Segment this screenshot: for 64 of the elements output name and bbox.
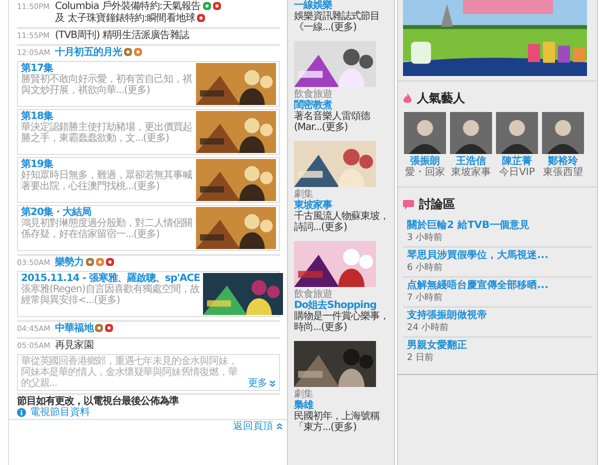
episode-link[interactable]: 第20集・大結局 (21, 207, 193, 218)
show-summary: 娛樂資訊雜誌式節目《一線...(更多) (294, 11, 380, 33)
episode-summary: 華決定認錯勝主使打劫豬場，更出價買起勝之手，東霸蠢蠢欲動，文...(更多) (21, 122, 193, 144)
synopsis-text: 華從英國回香港鄉郊，重遇七年未見的金水與阿妹，阿妹本是華的情人，金水懷疑華與阿妹舊情復燃，華的父親... (21, 356, 238, 389)
program-link[interactable]: 中華福地 (55, 323, 94, 334)
episode-summary: 鴻見初對琳態度過分殷勤，對二人情侶關係存疑，好在信家留宿一...(更多) (21, 218, 193, 240)
show-link[interactable]: 梟雄 (294, 400, 391, 411)
show-summary: 著名音樂人雷頌德(Mar...(更多) (294, 111, 372, 133)
forum-post-link[interactable]: 琴思貝涉買假學位，大馬視迷... (407, 250, 548, 261)
notice-text: 節目如有更改，以電視台最後公佈為準 (17, 395, 180, 407)
artist-link[interactable]: 陳芷菁 (502, 156, 532, 167)
show-summary: 民國初年，上海號稱「東方...(更多) (294, 411, 380, 433)
category-label: 劇集 (294, 189, 313, 200)
show-link[interactable]: 閨密教煮 (294, 100, 391, 111)
artist-show: 東坡家事 (451, 167, 491, 178)
back-to-top-link[interactable]: 返回頁頂 (233, 421, 273, 432)
more-link[interactable]: 更多 (248, 378, 267, 389)
double-chevron-up-icon (276, 423, 283, 430)
program-link[interactable]: 樂勢力 (55, 257, 84, 268)
show-link[interactable]: Do姐去Shopping (294, 300, 391, 311)
program-title: 及 太子珠寶鐘錶特約:瞬間看地球 (55, 13, 196, 24)
chat-bubble-icon (403, 200, 414, 210)
episode-summary: 張寒雅(Regen)自言因喜歡有獨處空間，故經常與異安排<...(更多) (21, 284, 200, 306)
episode-link[interactable]: 第18集 (21, 111, 193, 122)
category-label: 劇集 (294, 389, 313, 400)
post-time: 3 小時前 (407, 232, 444, 244)
artist-show: 今日VIP (499, 167, 535, 178)
show-summary: 購物是一件賞心樂事，時尚...(更多) (294, 311, 390, 333)
post-time: 7 小時前 (407, 292, 444, 304)
section-title: 討論區 (419, 196, 455, 213)
forum-post-link[interactable]: 男親女愛翻正 (407, 340, 467, 351)
artist-show: 東張西望 (543, 167, 583, 178)
category-label: 飲食旅遊 (294, 289, 333, 300)
post-time: 6 小時前 (407, 262, 444, 274)
person-avatar-icon (404, 112, 446, 154)
info-icon (17, 408, 26, 417)
episode-link[interactable]: 第17集 (21, 63, 193, 74)
forum-post-link[interactable]: 支持張振朗做視帝 (407, 310, 487, 321)
artist-link[interactable]: 王浩信 (456, 156, 486, 167)
artist-show: 愛・回家 (405, 167, 445, 178)
artist-link[interactable]: 鄭裕玲 (548, 156, 578, 167)
info-link[interactable]: 電視節目資料 (30, 407, 90, 418)
person-avatar-icon (496, 112, 538, 154)
double-chevron-down-icon (269, 380, 276, 387)
forum-post-link[interactable]: 点解無綫唔台慶宣傳全部移晒... (407, 280, 548, 291)
post-time: 24 小時前 (407, 322, 450, 334)
episode-link[interactable]: 第19集 (21, 159, 193, 170)
show-summary: 千古風流人物蘇東坡，詩詞...(更多) (294, 211, 390, 233)
category-label: 飲食旅遊 (294, 89, 332, 100)
post-time: 2 日前 (407, 352, 435, 364)
program-link[interactable]: 十月初五的月光 (55, 47, 122, 58)
section-title: 人氣藝人 (417, 90, 465, 107)
person-avatar-icon (542, 112, 584, 154)
program-title: Columbia 戶外裝備特約:天氣報告 (55, 1, 201, 12)
episode-summary: 好知眾時日無多，難過，眾卻若無其事喊著要出院，心往澳門找桃...(更多) (21, 170, 193, 192)
program-title: (TVB周刊) 精明生活派廣告雜誌 (55, 30, 189, 41)
episode-link[interactable]: 2015.11.14 - 張寒雅、羅啟聰、sp'ACE (21, 273, 200, 284)
episode-summary: 勝賢初不敢向好示愛，初有苦自己知，祺與文炒孖展，祺欲向華...(更多) (21, 74, 193, 96)
forum-post-link[interactable]: 關於巨輪2 給TVB一個意見 (407, 220, 530, 231)
show-link[interactable]: 東坡家事 (294, 200, 391, 211)
program-title: 再見家園 (55, 340, 94, 351)
person-avatar-icon (450, 112, 492, 154)
flame-icon (403, 93, 412, 104)
artist-link[interactable]: 張振朗 (410, 156, 440, 167)
